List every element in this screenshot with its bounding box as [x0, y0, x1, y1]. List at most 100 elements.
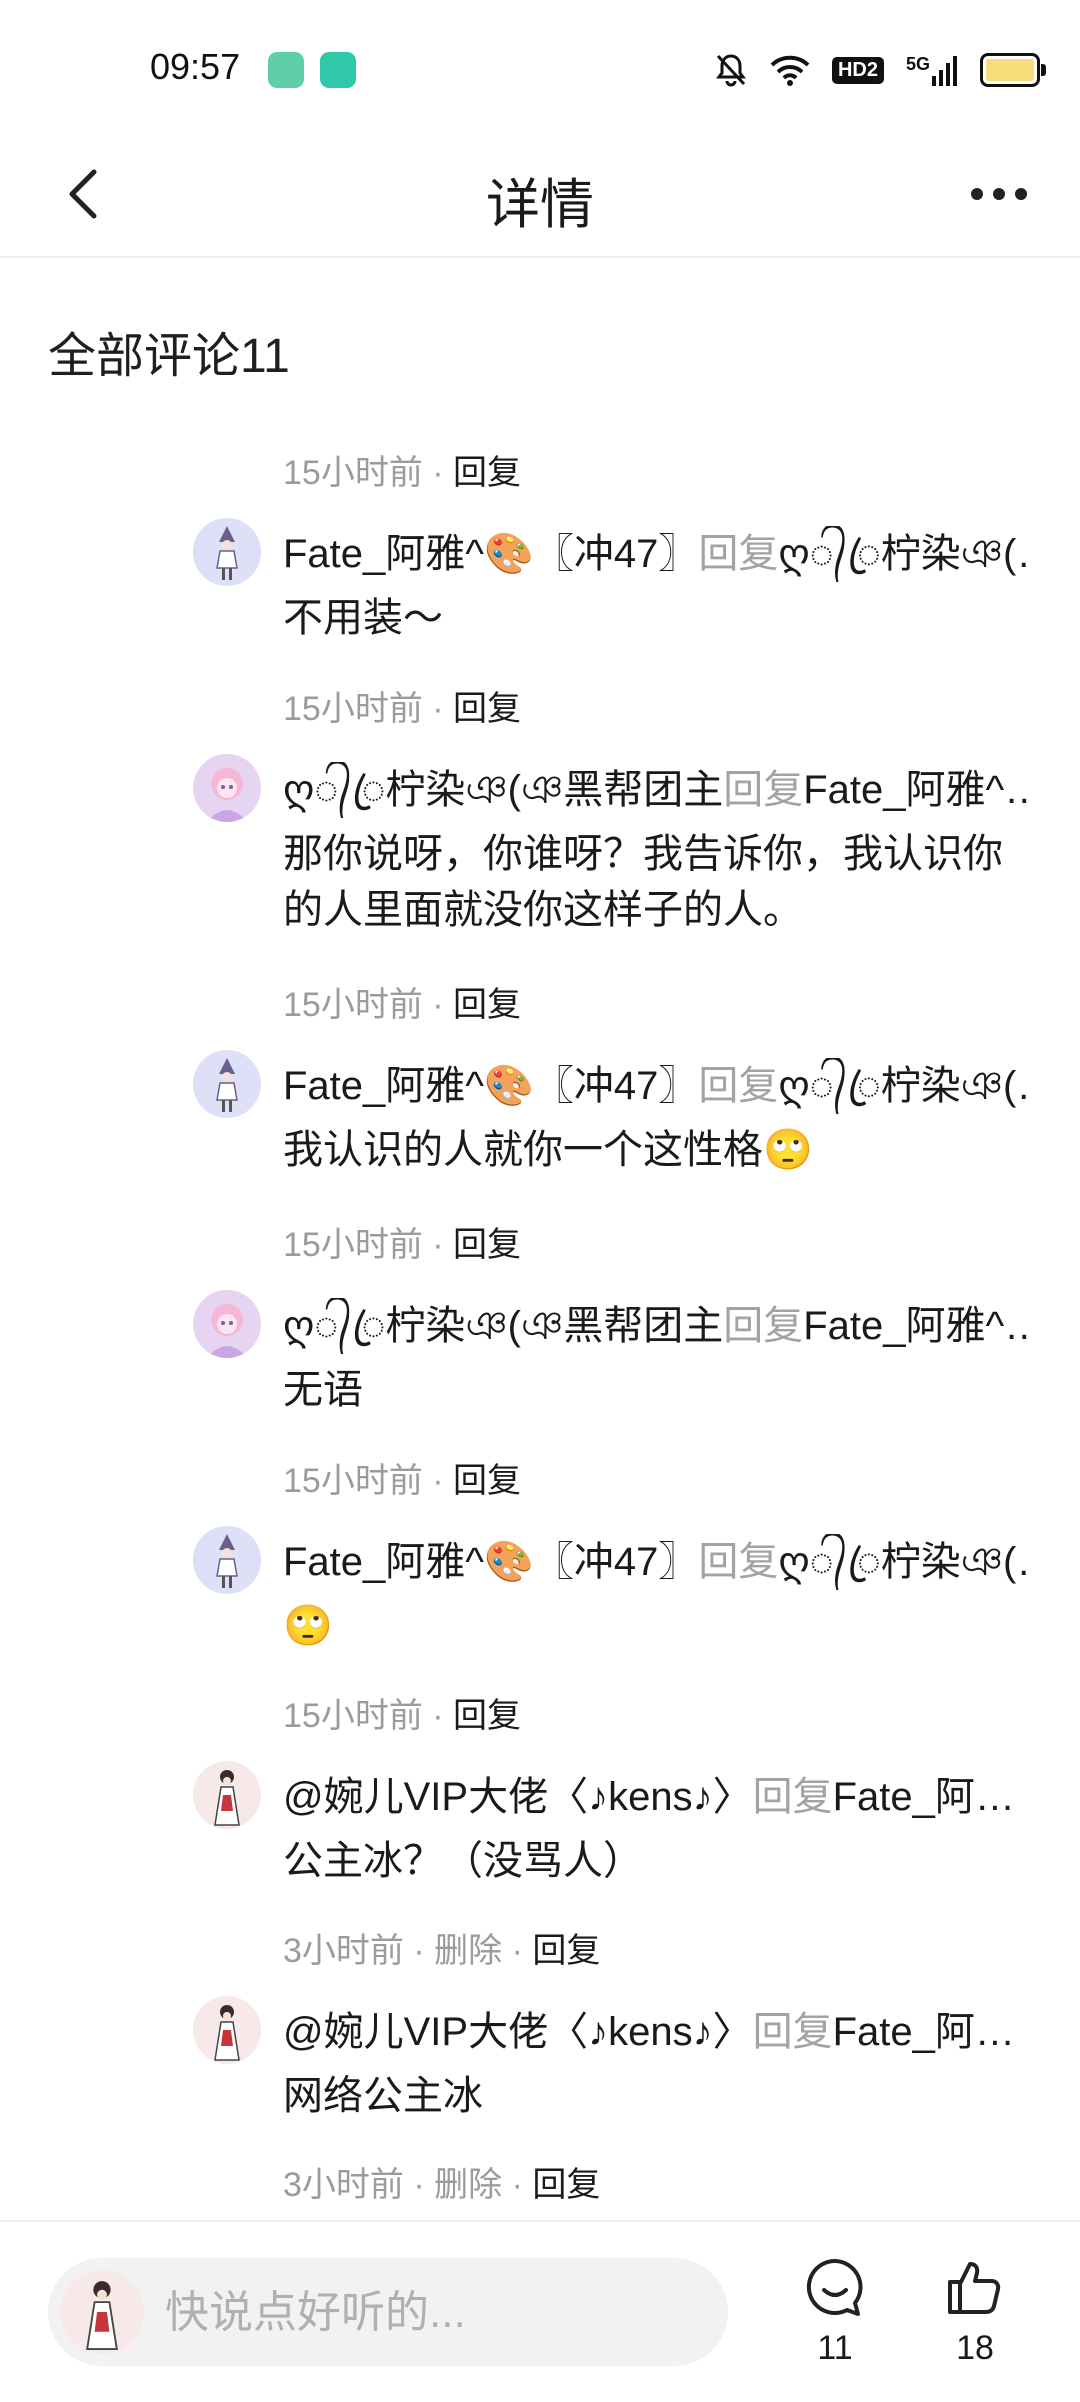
reply-target[interactable]: ღ᭄ꦿ柠染ঞ(… [778, 1540, 1033, 1584]
top-nav-bar: 详情 [0, 130, 1080, 258]
comment-item: 15小时前 · 回复 Fate_阿雅^🎨〖冲47〗回复ღ᭄ꦿ柠染ঞ(… 🙄 [0, 1456, 1080, 1692]
comment-header: Fate_阿雅^🎨〖冲47〗回复ღ᭄ꦿ柠染ঞ(… [283, 526, 1033, 582]
comment-item: 15小时前 · 回复 ღ᭄ꦿ柠染ঞ(ঞ黑帮团主回复Fate_阿雅^… 那你说呀，… [0, 684, 1080, 932]
comment-time: 15小时前 · [283, 986, 454, 1024]
avatar[interactable] [193, 1761, 261, 1829]
reply-to-label: 回复 [698, 1540, 779, 1584]
comment-time: 15小时前 · [283, 1226, 454, 1264]
comment-meta: 15小时前 · 回复 [283, 448, 521, 498]
reply-target[interactable]: Fate_阿… [833, 2010, 1015, 2054]
reply-target[interactable]: ღ᭄ꦿ柠染ঞ(… [778, 532, 1033, 576]
bottom-action-bar: 11 18 [0, 2220, 1080, 2402]
all-comments-title: 全部评论11 [48, 330, 290, 383]
avatar[interactable] [193, 1996, 261, 2064]
like-count: 18 [956, 2329, 994, 2367]
comment-bubble-icon [806, 2258, 863, 2316]
comment-text: 那你说呀，你谁呀？我告诉你，我认识你的人里面就没你这样子的人。 [283, 832, 1003, 932]
hd-voice-badge: HD2 [831, 56, 884, 84]
reply-button[interactable]: 回复 [532, 2166, 600, 2204]
comment-author[interactable]: @婉儿VIP大佬〈♪kens♪〉 [283, 1775, 753, 1819]
reply-button[interactable]: 回复 [453, 690, 521, 728]
comment-meta: 3小时前 · 删除 · 回复 [283, 2160, 600, 2210]
status-icons: HD2 5G [714, 50, 1046, 90]
comment-author[interactable]: ღ᭄ꦿ柠染ঞ(ঞ黑帮团主 [283, 1304, 723, 1348]
reply-button[interactable]: 回复 [453, 1697, 521, 1735]
comment-item: 15小时前 · 回复 Fate_阿雅^🎨〖冲47〗回复ღ᭄ꦿ柠染ঞ(… 不用装～ [0, 448, 1080, 684]
comment-item: 3小时前 · 删除 · 回复 @婉儿VIP大佬〈♪kens♪〉回复Fate_阿…… [0, 1926, 1080, 2162]
comment-author[interactable]: ღ᭄ꦿ柠染ঞ(ঞ黑帮团主 [283, 768, 723, 812]
avatar[interactable] [193, 754, 261, 822]
reply-button[interactable]: 回复 [453, 986, 521, 1024]
comment-author[interactable]: Fate_阿雅^🎨〖冲47〗 [283, 1064, 698, 1108]
comment-text: 🙄 [283, 1604, 333, 1648]
avatar[interactable] [193, 518, 261, 586]
comment-author[interactable]: @婉儿VIP大佬〈♪kens♪〉 [283, 2010, 753, 2054]
comment-meta: 15小时前 · 回复 [283, 1456, 521, 1506]
reply-target[interactable]: Fate_阿… [833, 1775, 1015, 1819]
reply-to-label: 回复 [752, 1775, 833, 1819]
comments-count-button[interactable]: 11 [780, 2256, 890, 2368]
comment-header: Fate_阿雅^🎨〖冲47〗回复ღ᭄ꦿ柠染ঞ(… [283, 1058, 1033, 1114]
comment-header: @婉儿VIP大佬〈♪kens♪〉回复Fate_阿… [283, 2004, 1033, 2060]
comment-text: 无语 [283, 1368, 363, 1412]
avatar[interactable] [193, 1290, 261, 1358]
comment-meta: 15小时前 · 回复 [283, 1220, 521, 1270]
comment-time: 3小时前 · 删除 · [283, 2166, 533, 2204]
comment-meta: 3小时前 · 删除 · 回复 [283, 1926, 600, 1976]
reply-button[interactable]: 回复 [453, 1226, 521, 1264]
reply-target[interactable]: Fate_阿雅^… [803, 768, 1033, 812]
comment-text: 公主冰？（没骂人） [283, 1839, 643, 1883]
comment-text: 我认识的人就你一个这性格🙄 [283, 1128, 813, 1172]
comment-input-container[interactable] [48, 2258, 728, 2368]
comment-header: ღ᭄ꦿ柠染ঞ(ঞ黑帮团主回复Fate_阿雅^… [283, 762, 1033, 818]
more-dot-icon [1015, 188, 1027, 200]
reply-button[interactable]: 回复 [453, 454, 521, 492]
comment-meta: 15小时前 · 回复 [283, 1691, 521, 1741]
comment-count: 11 [817, 2329, 853, 2367]
comment-time: 15小时前 · [283, 690, 454, 728]
chat-notification-icon [320, 52, 356, 88]
reply-target[interactable]: ღ᭄ꦿ柠染ঞ(… [778, 1064, 1033, 1108]
page-title: 详情 [486, 175, 594, 235]
comment-header: @婉儿VIP大佬〈♪kens♪〉回复Fate_阿… [283, 1769, 1033, 1825]
like-button[interactable]: 18 [920, 2256, 1030, 2368]
more-dot-icon [971, 188, 983, 200]
comment-item: 15小时前 · 回复 ღ᭄ꦿ柠染ঞ(ঞ黑帮团主回复Fate_阿雅^… 无语 [0, 1220, 1080, 1456]
more-options-button[interactable] [954, 154, 1044, 234]
comment-input[interactable] [163, 2258, 707, 2368]
comment-time: 15小时前 · [283, 454, 454, 492]
reply-to-label: 回复 [698, 532, 779, 576]
app-notification-icon [268, 52, 304, 88]
comment-author[interactable]: Fate_阿雅^🎨〖冲47〗 [283, 1540, 698, 1584]
wifi-icon [770, 54, 810, 86]
comment-item: 15小时前 · 回复 Fate_阿雅^🎨〖冲47〗回复ღ᭄ꦿ柠染ঞ(… 我认识的… [0, 980, 1080, 1216]
reply-button[interactable]: 回复 [532, 1932, 600, 1970]
reply-to-label: 回复 [723, 768, 804, 812]
comment-author[interactable]: Fate_阿雅^🎨〖冲47〗 [283, 532, 698, 576]
comment-time: 15小时前 · [283, 1462, 454, 1500]
comment-time: 3小时前 · 删除 · [283, 1932, 533, 1970]
cellular-signal-icon: 5G [906, 54, 958, 86]
reply-to-label: 回复 [723, 1304, 804, 1348]
battery-icon [980, 53, 1046, 87]
comment-time: 15小时前 · [283, 1697, 454, 1735]
network-type-label: 5G [905, 54, 930, 74]
avatar[interactable] [193, 1050, 261, 1118]
more-dot-icon [993, 188, 1005, 200]
status-time: 09:57 [150, 46, 241, 87]
reply-to-label: 回复 [752, 2010, 833, 2054]
comment-header: ღ᭄ꦿ柠染ঞ(ঞ黑帮团主回复Fate_阿雅^… [283, 1298, 1033, 1354]
comment-meta: 15小时前 · 回复 [283, 980, 521, 1030]
mute-bell-icon [714, 52, 748, 88]
status-bar: 09:57 HD2 5G [0, 0, 1080, 130]
reply-to-label: 回复 [698, 1064, 779, 1108]
reply-button[interactable]: 回复 [453, 1462, 521, 1500]
avatar[interactable] [193, 1526, 261, 1594]
comment-text: 网络公主冰 [283, 2074, 483, 2118]
comment-header: Fate_阿雅^🎨〖冲47〗回复ღ᭄ꦿ柠染ঞ(… [283, 1534, 1033, 1590]
reply-target[interactable]: Fate_阿雅^… [803, 1304, 1033, 1348]
comment-meta: 15小时前 · 回复 [283, 684, 521, 734]
comment-item: 15小时前 · 回复 @婉儿VIP大佬〈♪kens♪〉回复Fate_阿… 公主冰… [0, 1691, 1080, 1927]
my-avatar [60, 2270, 144, 2354]
comment-text: 不用装～ [283, 596, 443, 640]
